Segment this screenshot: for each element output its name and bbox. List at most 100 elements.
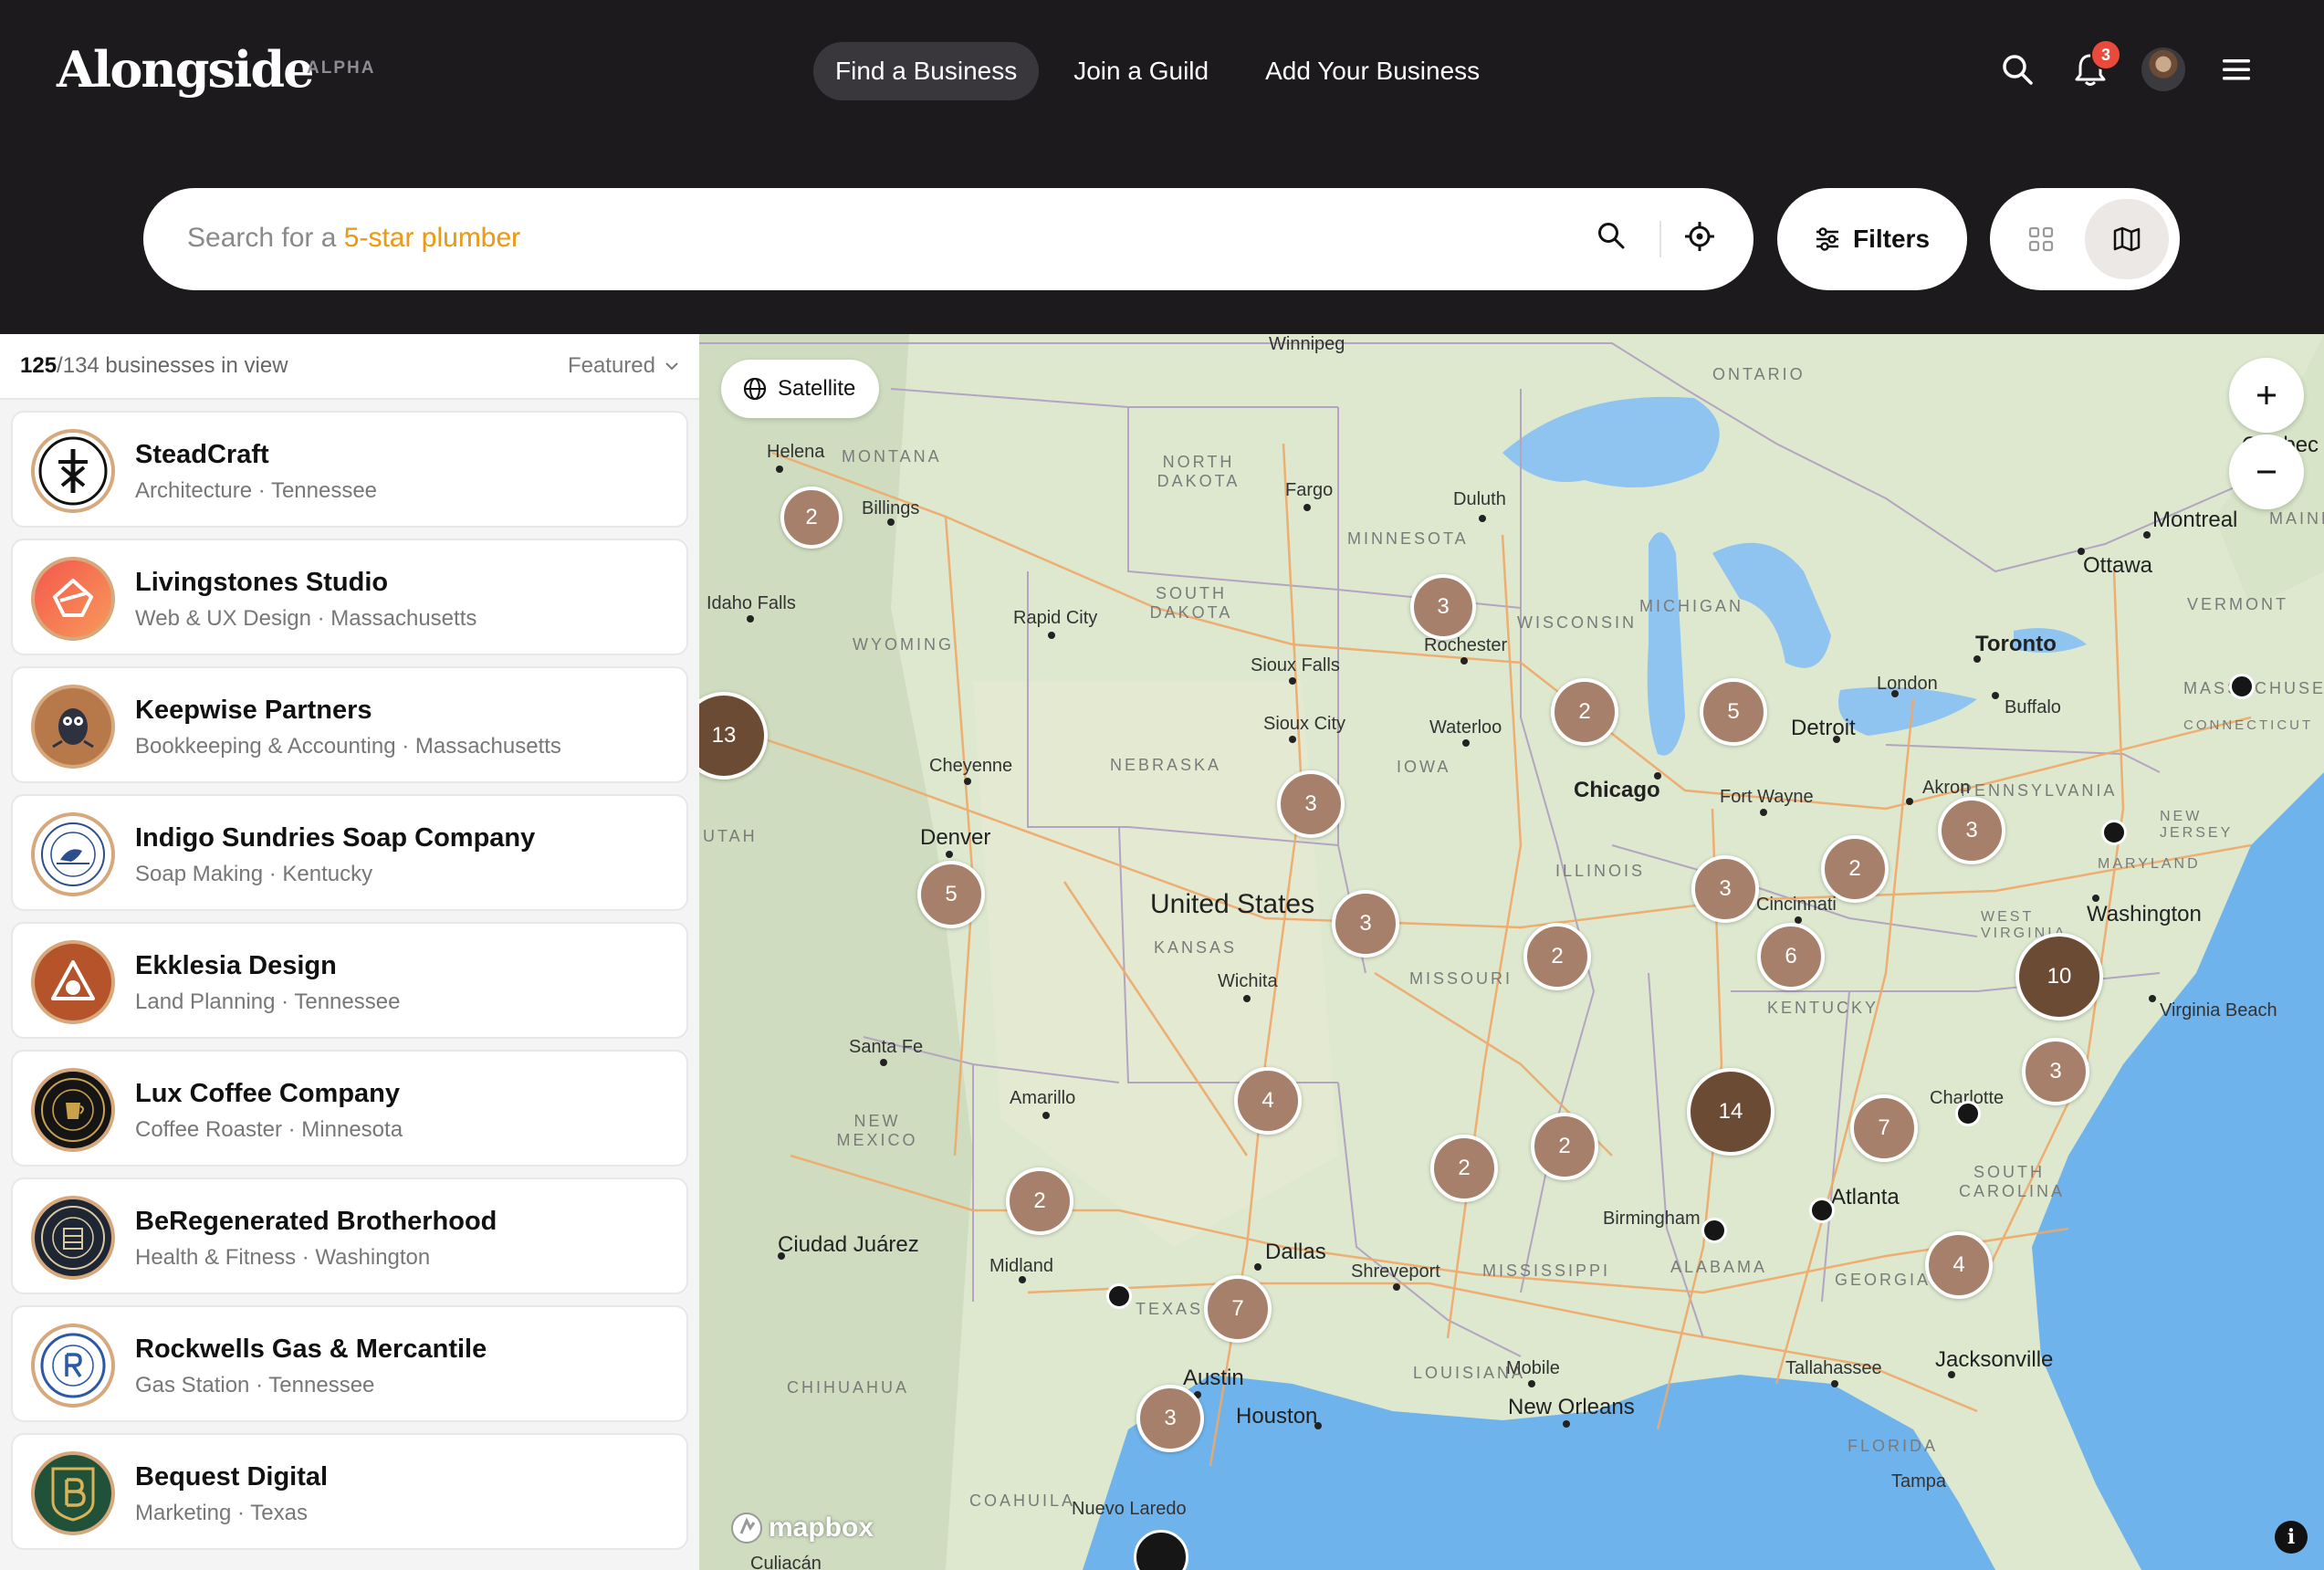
city-dot [1563, 1420, 1570, 1428]
map-cluster[interactable]: 2 [1531, 1113, 1598, 1180]
city-dot [747, 615, 754, 623]
business-list: SteadCraft Architecture · Tennessee Livi… [0, 400, 699, 1550]
map-cluster[interactable]: 3 [1332, 890, 1399, 958]
business-card[interactable]: Livingstones Studio Web & UX Design · Ma… [11, 539, 688, 655]
satellite-toggle-button[interactable]: Satellite [721, 360, 880, 418]
business-name: Rockwells Gas & Mercantile [135, 1334, 487, 1364]
state-label: MINNESOTA [1347, 529, 1469, 548]
map-cluster[interactable]: 2 [1430, 1135, 1498, 1202]
nav-add-your-business[interactable]: Add Your Business [1243, 42, 1502, 100]
business-meta: Coffee Roaster · Minnesota [135, 1117, 403, 1142]
sliders-icon [1816, 227, 1838, 251]
map-cluster[interactable]: 2 [1551, 678, 1618, 746]
search-icon[interactable] [1999, 51, 2036, 88]
city-label: Washington [2087, 902, 2202, 926]
map-cluster[interactable]: 7 [1204, 1275, 1272, 1343]
map-pin[interactable] [1809, 1198, 1835, 1223]
logo[interactable]: Alongside [57, 40, 314, 99]
map-cluster[interactable]: 2 [780, 487, 843, 549]
nav-join-a-guild[interactable]: Join a Guild [1052, 42, 1230, 100]
map-cluster[interactable]: 3 [1691, 855, 1759, 923]
map-view[interactable]: MONTANA NORTH DAKOTA MINNESOTA SOUTH DAK… [699, 334, 2324, 1570]
state-label: MARYLAND [2098, 856, 2201, 872]
city-label: Montreal [2152, 508, 2238, 532]
map-icon [2113, 226, 2141, 252]
filters-button[interactable]: Filters [1777, 188, 1967, 290]
business-name: SteadCraft [135, 440, 269, 469]
state-label: NEW MEXICO [836, 1112, 918, 1149]
city-dot [1289, 736, 1296, 743]
map-cluster[interactable]: 7 [1850, 1094, 1918, 1162]
map-cluster[interactable]: 2 [1006, 1167, 1073, 1235]
business-card[interactable]: SteadCraft Architecture · Tennessee [11, 411, 688, 528]
map-cluster[interactable]: 3 [1410, 574, 1476, 640]
plus-icon [2257, 386, 2276, 404]
map-cluster[interactable]: 6 [1757, 923, 1825, 990]
map-cluster[interactable]: 2 [1821, 835, 1889, 903]
city-label: Ottawa [2083, 553, 2153, 578]
map-cluster[interactable]: 3 [1136, 1385, 1204, 1452]
map-cluster[interactable]: 4 [1925, 1231, 1993, 1299]
keepwise-partners-logo [31, 685, 115, 769]
map-cluster[interactable]: 5 [1700, 678, 1767, 746]
city-label: Culiacán [750, 1554, 822, 1570]
business-card[interactable]: Ekklesia Design Land Planning · Tennesse… [11, 922, 688, 1039]
nav-find-a-business[interactable]: Find a Business [813, 42, 1040, 100]
map-cluster[interactable]: 5 [917, 861, 985, 928]
city-label: Shreveport [1351, 1261, 1440, 1282]
business-card[interactable]: Bequest Digital Marketing · Texas [11, 1433, 688, 1550]
zoom-out-button[interactable] [2229, 434, 2304, 509]
city-dot [1254, 1263, 1261, 1271]
zoom-in-button[interactable] [2229, 358, 2304, 433]
avatar[interactable] [2141, 47, 2185, 91]
map-cluster[interactable]: 3 [1277, 770, 1345, 838]
business-meta: Web & UX Design · Massachusetts [135, 606, 477, 631]
city-dot [1042, 1112, 1050, 1119]
business-card[interactable]: BeRegenerated Brotherhood Health & Fitne… [11, 1178, 688, 1294]
city-dot [1393, 1283, 1400, 1291]
search-separator [1659, 221, 1661, 257]
map-cluster[interactable]: 14 [1687, 1068, 1774, 1156]
count-total: /134 businesses in view [57, 353, 288, 378]
search-bar[interactable]: Search for a 5-star plumber [143, 188, 1753, 290]
business-name: Ekklesia Design [135, 951, 337, 980]
map-pin[interactable] [2229, 674, 2255, 699]
map-pin[interactable] [1955, 1101, 1981, 1126]
info-icon[interactable]: i [2275, 1521, 2308, 1554]
city-dot [2078, 548, 2085, 555]
map-cluster[interactable]: 3 [2022, 1038, 2089, 1105]
locate-me-icon[interactable] [1684, 221, 1721, 257]
grid-view-button[interactable] [2001, 199, 2081, 279]
business-name: Bequest Digital [135, 1462, 329, 1492]
business-card[interactable]: Rockwells Gas & Mercantile Gas Station ·… [11, 1305, 688, 1422]
search-input[interactable]: Search for a 5-star plumber [187, 223, 520, 254]
steadcraft-logo [31, 429, 115, 513]
map-cluster[interactable]: 4 [1234, 1067, 1302, 1135]
menu-icon[interactable] [2218, 51, 2255, 88]
business-card[interactable]: Indigo Sundries Soap Company Soap Making… [11, 794, 688, 911]
map-cluster[interactable]: 3 [1938, 797, 2005, 864]
map-pin[interactable] [1701, 1218, 1727, 1243]
city-label: Buffalo [2005, 697, 2061, 717]
alpha-badge: ALPHA [307, 58, 376, 78]
city-dot [2092, 895, 2099, 902]
map-pin[interactable] [2101, 820, 2127, 845]
city-dot [2149, 995, 2156, 1002]
search-submit-icon[interactable] [1596, 221, 1633, 257]
map-cluster[interactable]: 2 [1523, 923, 1591, 990]
map-pin[interactable] [1106, 1283, 1132, 1309]
city-label: Detroit [1791, 716, 1856, 740]
state-label: WYOMING [853, 635, 954, 654]
search-placeholder-prefix: Search for a [187, 223, 344, 253]
sort-dropdown[interactable]: Featured [568, 353, 679, 379]
mapbox-attribution[interactable]: mapbox [730, 1512, 874, 1544]
map-view-button[interactable] [2085, 199, 2169, 279]
city-dot [1948, 1371, 1955, 1378]
state-label: SOUTH CAROLINA [1959, 1163, 2066, 1200]
business-card[interactable]: Keepwise Partners Bookkeeping & Accounti… [11, 666, 688, 783]
city-dot [1831, 1380, 1838, 1387]
map-cluster[interactable]: 10 [2015, 933, 2103, 1020]
business-card[interactable]: Lux Coffee Company Coffee Roaster · Minn… [11, 1050, 688, 1167]
state-label: MONTANA [842, 447, 942, 466]
city-label: Denver [920, 825, 991, 850]
